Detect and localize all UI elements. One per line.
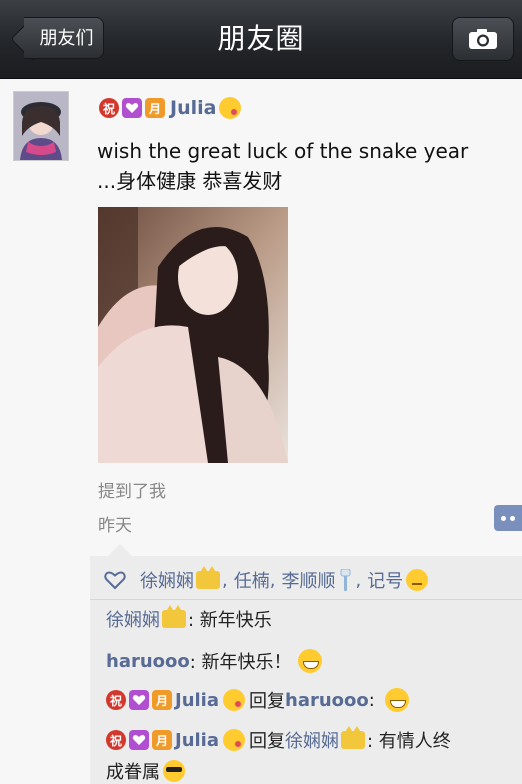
dot-icon [510,516,515,521]
comment-text: : 新年快乐！ [189,652,292,673]
comments-pointer [108,544,132,556]
comment-author[interactable]: Julia [175,690,219,711]
comment-item[interactable]: 徐娴娴 : 新年快乐 [106,605,272,632]
reply-word: 回复 [249,691,285,712]
reply-target[interactable]: 徐娴娴 [285,727,339,753]
moon-badge-icon: 月 [152,730,172,750]
comment-author[interactable]: haruooo [106,651,190,672]
mention-label[interactable]: 提到了我 [98,477,166,502]
page-title: 朋友圈 [217,22,305,55]
kiss-emoji-icon [219,97,242,119]
heart-badge-icon [122,98,142,118]
like-name[interactable]: 徐娴娴 [140,567,194,593]
likes-row: 徐娴娴 , 任楠 , 李顺顺 , 记号 [104,566,429,593]
avatar-image [14,92,68,160]
photo-image [98,207,288,463]
like-separator: , [269,569,276,591]
comment-text-continued: 成眷属 [106,762,160,783]
kiss-emoji-icon [223,729,245,751]
post-text-line-1: wish the great luck of the snake year [97,139,469,163]
comments-divider [90,599,522,600]
navigation-bar: 朋友们 朋友圈 [0,0,522,79]
comment-text: : 有情人终 [367,731,451,752]
heart-badge-icon [129,690,149,710]
heart-outline-icon [104,571,126,590]
blessing-badge-icon: 祝 [106,730,126,750]
reply-word: 回复 [249,731,285,752]
heart-badge-icon [129,730,149,750]
moon-badge-icon: 月 [152,690,172,710]
blessing-badge-icon: 祝 [106,690,126,710]
kiss-emoji-icon [223,689,245,711]
like-name[interactable]: 任楠 [234,567,270,593]
blessing-badge-icon: 祝 [99,98,119,118]
post-timestamp: 昨天 [98,516,132,536]
post-author-name[interactable]: Julia [170,97,216,119]
comment-item[interactable]: 祝 月 Julia 回复 徐娴娴 : 有情人终 [106,726,451,753]
avatar[interactable] [13,91,69,161]
post-author-row: 祝 月 Julia [99,95,242,121]
comment-item[interactable]: 祝 月 Julia 回复 haruooo : [106,687,409,713]
grin-emoji-icon [297,649,322,673]
comment-text: : [368,689,375,711]
comment-text: : 新年快乐 [188,610,272,631]
grin-emoji-icon [384,688,409,712]
like-separator: , [222,569,228,591]
dot-icon [501,516,506,521]
toothbrush-emoji-icon [340,569,351,591]
crown-emoji-icon [162,605,186,628]
post-text-line-2: ...身体健康 恭喜发财 [97,169,283,193]
like-name[interactable]: 记号 [367,567,403,593]
like-separator: , [355,569,362,591]
comment-item[interactable]: haruooo : 新年快乐！ [106,648,322,674]
camera-icon [469,29,497,49]
comment-action-button[interactable] [494,505,522,531]
moon-badge-icon: 月 [145,98,165,118]
post-photo[interactable] [98,207,288,463]
crown-emoji-icon [196,566,220,589]
sunglasses-emoji-icon [163,760,185,782]
camera-button[interactable] [452,17,514,61]
like-name[interactable]: 李顺顺 [281,567,335,593]
post-text: wish the great luck of the snake year ..… [97,136,507,196]
sleepy-emoji-icon [406,569,429,591]
crown-emoji-icon [341,726,365,749]
comment-continuation: 成眷属 [106,758,185,784]
reply-target[interactable]: haruooo [285,690,369,711]
comment-author[interactable]: 徐娴娴 [106,606,160,632]
comment-author[interactable]: Julia [175,730,219,751]
